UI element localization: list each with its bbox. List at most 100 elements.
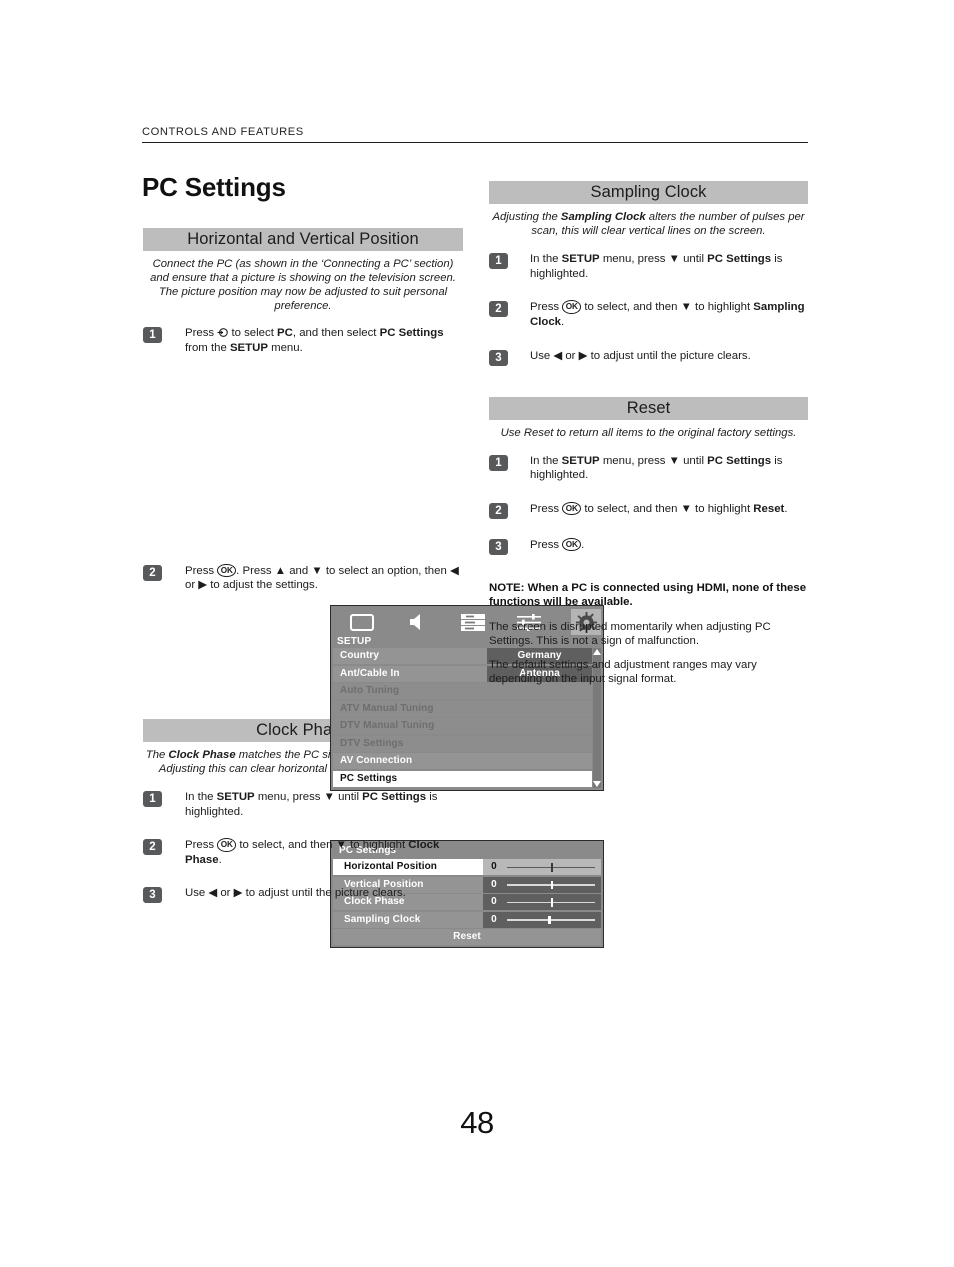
slider-knob[interactable] bbox=[551, 880, 554, 889]
setup-menu-row-dtv-manual-tuning[interactable]: DTV Manual Tuning bbox=[333, 718, 601, 734]
step-text-part: In the bbox=[530, 454, 562, 467]
slider-knob[interactable] bbox=[551, 898, 554, 907]
input-source-icon bbox=[217, 327, 229, 338]
step-item: 2 Press OK to select, and then ▼ to high… bbox=[143, 838, 463, 867]
row-value-slider[interactable]: 0 bbox=[483, 894, 601, 910]
slider-knob[interactable] bbox=[551, 863, 554, 872]
slider-track[interactable] bbox=[507, 863, 595, 872]
row-label: DTV Manual Tuning bbox=[333, 718, 592, 734]
ok-button-icon: OK bbox=[562, 300, 582, 314]
step-text: Use ◀ or ▶ to adjust until the picture c… bbox=[530, 349, 751, 362]
step-item: 3 Press OK. bbox=[489, 537, 808, 555]
step-bold-pc: PC bbox=[277, 327, 293, 340]
step-bold-setup: SETUP bbox=[229, 341, 268, 354]
step-text-part: Press bbox=[530, 301, 563, 314]
pc-reset-button[interactable]: Reset bbox=[333, 929, 601, 945]
running-header-text: CONTROLS AND FEATURES bbox=[142, 126, 304, 138]
intro-part: The bbox=[145, 748, 169, 761]
row-value: 0 bbox=[491, 878, 497, 890]
slider-track[interactable] bbox=[507, 915, 595, 924]
step-text: Press OK. Press ▲ and ▼ to select an opt… bbox=[185, 563, 463, 593]
step-item: 1 In the SETUP menu, press ▼ until PC Se… bbox=[143, 790, 463, 819]
note-hdmi-warning: NOTE: When a PC is connected using HDMI,… bbox=[489, 581, 807, 609]
step-bold-pc-settings: PC Settings bbox=[707, 454, 772, 467]
slider-track[interactable] bbox=[507, 880, 595, 889]
step-item: 2 Press OK. Press ▲ and ▼ to select an o… bbox=[143, 563, 463, 593]
intro-line-2: and ensure that a picture is showing on … bbox=[150, 272, 456, 285]
step-text-part: to select, and then ▼ to highlight bbox=[236, 839, 409, 852]
row-value: 0 bbox=[491, 896, 497, 907]
slider-track[interactable] bbox=[507, 898, 595, 907]
right-column: Sampling Clock Adjusting the Sampling Cl… bbox=[489, 181, 808, 695]
step-number-badge: 1 bbox=[143, 790, 162, 807]
setup-menu-row-av-connection[interactable]: AV Connection bbox=[333, 753, 601, 769]
step-number-badge: 2 bbox=[143, 839, 162, 856]
section-heading-horizontal-vertical-position: Horizontal and Vertical Position bbox=[143, 228, 463, 251]
row-label: Ant/Cable In bbox=[333, 665, 488, 682]
step-text-part: Press bbox=[185, 327, 218, 340]
step-text-part: . bbox=[581, 538, 585, 551]
sound-icon[interactable] bbox=[405, 610, 432, 634]
picture-icon[interactable] bbox=[349, 610, 376, 634]
slider-knob[interactable] bbox=[547, 915, 551, 924]
step-text-part: Press bbox=[530, 502, 563, 515]
step-number-badge: 2 bbox=[143, 564, 162, 581]
section-intro-paragraph: Connect the PC (as shown in the ‘Connect… bbox=[143, 257, 463, 313]
manual-page: CONTROLS AND FEATURES PC Settings Horizo… bbox=[0, 0, 954, 1267]
reset-intro: Use Reset to return all items to the ori… bbox=[500, 426, 797, 439]
step-bold-setup: SETUP bbox=[561, 454, 600, 467]
setup-menu-row-dtv-settings[interactable]: DTV Settings bbox=[333, 735, 601, 752]
step-bold-setup: SETUP bbox=[561, 253, 600, 266]
step-text: Press OK to select, and then ▼ to highli… bbox=[185, 838, 463, 867]
step-item: 1 Press to select PC, and then select PC… bbox=[143, 326, 463, 355]
step-text: Press OK. bbox=[530, 537, 585, 553]
step-item: 2 Press OK to select, and then ▼ to high… bbox=[489, 300, 808, 329]
step-text-part: In the bbox=[530, 253, 562, 266]
section-heading-sampling-clock: Sampling Clock bbox=[489, 181, 808, 204]
intro-line-4: preference. bbox=[274, 300, 332, 313]
step-text-part: . bbox=[218, 853, 222, 866]
header-divider bbox=[142, 142, 808, 143]
ok-button-icon: OK bbox=[217, 838, 237, 852]
step-text-part: Press bbox=[530, 538, 563, 551]
row-value-slider[interactable]: 0 bbox=[483, 859, 601, 875]
section-heading-label: Sampling Clock bbox=[590, 183, 707, 201]
setup-menu-row-atv-manual-tuning[interactable]: ATV Manual Tuning bbox=[333, 700, 601, 717]
step-item: 1 In the SETUP menu, press ▼ until PC Se… bbox=[489, 252, 808, 281]
row-label: DTV Settings bbox=[333, 735, 592, 752]
step-text-part: menu, press ▼ until bbox=[599, 454, 708, 467]
row-value-slider[interactable]: 0 bbox=[483, 911, 601, 928]
row-value-slider[interactable]: 0 bbox=[483, 876, 601, 893]
step-number-badge: 1 bbox=[489, 454, 508, 471]
step-text-part: In the bbox=[185, 790, 217, 803]
step-text: Press OK to select, and then ▼ to highli… bbox=[530, 300, 808, 329]
scroll-down-arrow[interactable] bbox=[592, 781, 601, 787]
ok-button-icon: OK bbox=[562, 537, 582, 552]
features-icon[interactable] bbox=[460, 610, 487, 634]
step-number-badge: 3 bbox=[143, 887, 162, 904]
row-label: Country bbox=[333, 648, 488, 664]
running-header: CONTROLS AND FEATURES bbox=[142, 126, 808, 143]
pc-row-sampling-clock[interactable]: Sampling Clock 0 bbox=[333, 911, 601, 928]
step-number-badge: 2 bbox=[489, 502, 508, 519]
step-bold-pc-settings: PC Settings bbox=[362, 790, 427, 803]
step-text-part: menu, press ▼ until bbox=[599, 253, 708, 266]
setup-menu-row-pc-settings[interactable]: PC Settings bbox=[333, 770, 601, 787]
page-title: PC Settings bbox=[142, 172, 286, 202]
row-label: ATV Manual Tuning bbox=[333, 700, 592, 717]
step-text-part: menu, press ▼ until bbox=[254, 790, 363, 803]
intro-part: Adjusting the bbox=[492, 211, 561, 223]
section-heading-label: Horizontal and Vertical Position bbox=[187, 230, 419, 248]
step-text-part: to select bbox=[228, 327, 278, 340]
page-number: 48 bbox=[460, 1105, 494, 1140]
ok-button-icon: OK bbox=[217, 563, 237, 578]
step-text-part: Press bbox=[185, 839, 218, 852]
left-column: Horizontal and Vertical Position Connect… bbox=[143, 228, 604, 948]
step-text-part: to select, and then ▼ to highlight bbox=[581, 502, 754, 515]
step-text-part: menu. bbox=[267, 341, 303, 354]
step-number-badge: 2 bbox=[489, 301, 508, 318]
step-text: In the SETUP menu, press ▼ until PC Sett… bbox=[530, 252, 808, 281]
row-label: Sampling Clock bbox=[333, 911, 484, 928]
step-number-badge: 3 bbox=[489, 538, 508, 555]
step-item: 3 Use ◀ or ▶ to adjust until the picture… bbox=[143, 886, 463, 904]
